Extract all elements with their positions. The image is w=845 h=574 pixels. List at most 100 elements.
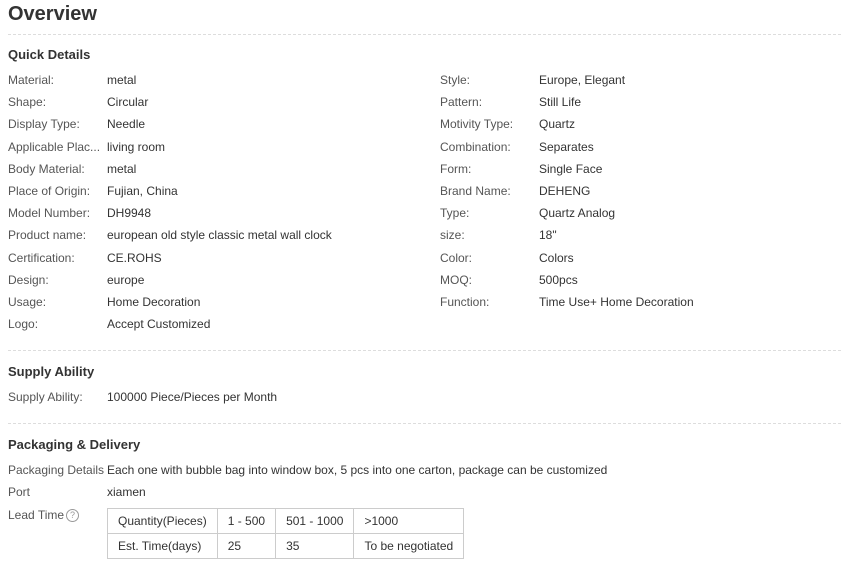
detail-row: Place of Origin: Fujian, China [8,181,408,201]
detail-value: europe [107,272,145,287]
lead-time-table: Quantity(Pieces) 1 - 500 501 - 1000 >100… [107,508,465,559]
detail-label: Display Type: [8,117,80,132]
detail-row: Model Number: DH9948 [8,203,408,223]
detail-row: Function: Time Use+ Home Decoration [440,292,840,312]
supply-ability-row: Supply Ability: 100000 Piece/Pieces per … [8,387,841,407]
detail-row: Motivity Type: Quartz [440,114,840,134]
supply-ability-title: Supply Ability [8,364,95,379]
detail-value: Single Face [539,161,603,176]
detail-value: Quartz [539,117,576,132]
detail-value: living room [107,139,166,154]
table-cell: 25 [216,533,277,559]
detail-value: Colors [539,250,574,265]
detail-value: Accept Customized [107,317,211,332]
detail-row: Brand Name: DEHENG [440,181,840,201]
supply-ability-label: Supply Ability: [8,390,83,404]
detail-value: metal [107,161,137,176]
detail-value: Home Decoration [107,295,201,309]
detail-row: Design: europe [8,270,408,290]
detail-row: Material: metal [8,70,408,90]
detail-label: Brand Name: [440,184,511,198]
detail-value: Circular [107,95,149,110]
detail-row: Shape: Circular [8,92,408,112]
detail-value: european old style classic metal wall cl… [107,228,332,243]
detail-row: size: 18" [440,225,840,245]
detail-row: Display Type: Needle [8,114,408,134]
detail-row: Applicable Plac... living room [8,137,408,157]
detail-row: Color: Colors [440,248,840,268]
detail-label: Certification: [8,250,75,265]
detail-value: Europe, Elegant [539,73,626,87]
quick-details-title: Quick Details [8,47,91,62]
port-value: xiamen [107,485,146,499]
table-header-cell: >1000 [353,508,465,534]
detail-value: Time Use+ Home Decoration [539,295,694,309]
detail-row: Pattern: Still Life [440,92,840,112]
detail-row: Product name: european old style classic … [8,225,408,245]
detail-value: Fujian, China [107,184,178,198]
detail-row: Logo: Accept Customized [8,314,408,334]
detail-value: 18" [539,228,557,243]
packaging-details-row: Packaging Details Each one with bubble b… [8,460,841,480]
detail-label: Design: [8,272,49,287]
detail-row: Type: Quartz Analog [440,203,840,223]
detail-value: metal [107,73,137,87]
detail-label: Logo: [8,317,39,332]
detail-row: MOQ: 500pcs [440,270,840,290]
detail-label: Function: [440,295,490,309]
detail-label: size: [440,228,465,243]
detail-label: Body Material: [8,161,85,176]
detail-label: Motivity Type: [440,117,514,132]
detail-value: Separates [539,139,594,154]
packaging-details-value: Each one with bubble bag into window box… [107,463,608,477]
packaging-details-label: Packaging Details [8,463,105,477]
detail-value: CE.ROHS [107,250,162,265]
detail-value: Still Life [539,95,582,110]
detail-row: Combination: Separates [440,137,840,157]
detail-label: Style: [440,73,471,87]
table-header-cell: 501 - 1000 [275,508,355,534]
question-circle-icon[interactable]: ? [66,509,80,522]
detail-label: Shape: [8,95,47,110]
divider [8,34,841,35]
detail-value: 500pcs [539,272,578,287]
detail-row: Form: Single Face [440,159,840,179]
detail-value: Needle [107,117,146,132]
overview-title: Overview [8,3,97,25]
detail-value: Quartz Analog [539,206,616,221]
detail-label: Place of Origin: [8,184,91,198]
table-cell: Est. Time(days) [107,533,218,559]
table-row: Quantity(Pieces) 1 - 500 501 - 1000 >100… [107,508,465,534]
detail-label: Model Number: [8,206,91,221]
detail-value: DH9948 [107,206,152,221]
detail-label: Usage: [8,295,47,309]
detail-label: MOQ: [440,272,472,287]
supply-ability-value: 100000 Piece/Pieces per Month [107,390,278,404]
detail-label: Combination: [440,139,511,154]
port-row: Port xiamen [8,482,841,502]
table-cell: 35 [275,533,355,559]
detail-label: Pattern: [440,95,483,110]
detail-row: Certification: CE.ROHS [8,248,408,268]
detail-row: Style: Europe, Elegant [440,70,840,90]
lead-time-label: Lead Time [8,508,65,522]
port-label: Port [8,485,31,499]
detail-row: Usage: Home Decoration [8,292,408,312]
detail-label: Material: [8,73,55,87]
lead-time-row: Lead Time? [8,505,108,525]
detail-label: Form: [440,161,472,176]
packaging-delivery-title: Packaging & Delivery [8,437,141,452]
table-header-cell: Quantity(Pieces) [107,508,218,534]
detail-label: Color: [440,250,473,265]
divider [8,350,841,351]
detail-label: Product name: [8,228,87,243]
table-header-cell: 1 - 500 [216,508,277,534]
detail-label: Type: [440,206,470,221]
detail-label: Applicable Plac... [8,139,101,154]
lead-time-label-wrap: Lead Time? [8,505,104,525]
detail-value: DEHENG [539,184,591,198]
table-row: Est. Time(days) 25 35 To be negotiated [107,533,465,559]
divider [8,423,841,424]
table-cell: To be negotiated [353,533,465,559]
detail-row: Body Material: metal [8,159,408,179]
